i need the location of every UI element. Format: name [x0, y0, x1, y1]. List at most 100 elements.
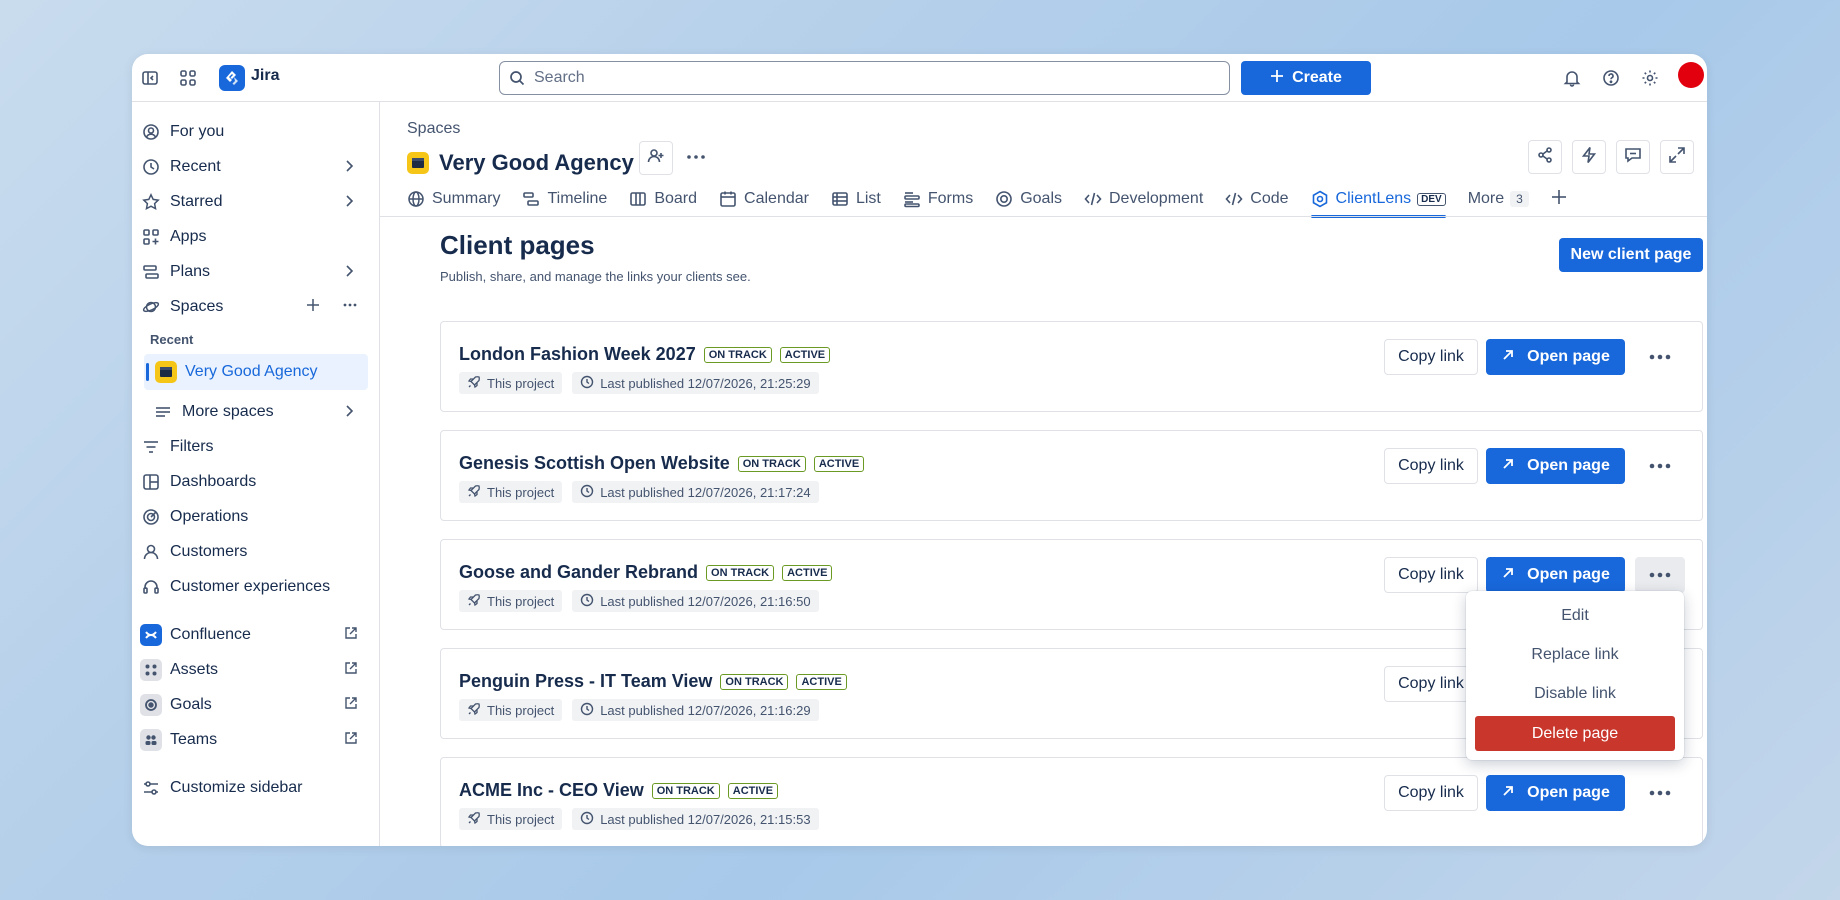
add-tab-button[interactable] — [1551, 182, 1567, 216]
more-actions-button[interactable] — [1635, 775, 1685, 811]
app-name[interactable]: Jira — [251, 67, 279, 85]
open-page-button[interactable]: Open page — [1486, 775, 1625, 811]
chevron-right-icon[interactable] — [342, 194, 356, 213]
tab-forms[interactable]: Forms — [903, 182, 973, 216]
sidebar-item-dashboards[interactable]: Dashboards — [138, 466, 368, 498]
status-lozenge: ON TRACK — [720, 673, 789, 690]
card-name[interactable]: ACME Inc - CEO View — [459, 780, 644, 801]
copy-link-button[interactable]: Copy link — [1384, 339, 1478, 375]
sidebar-item-customers[interactable]: Customers — [138, 536, 368, 568]
tab-calendar[interactable]: Calendar — [719, 182, 809, 216]
sidebar-item-starred[interactable]: Starred — [138, 186, 368, 218]
client-page-card: London Fashion Week 2027 ON TRACK ACTIVE… — [440, 321, 1703, 412]
sidebar-item-label: Confluence — [170, 626, 251, 643]
copy-link-button[interactable]: Copy link — [1384, 775, 1478, 811]
tab-label: Forms — [927, 190, 974, 207]
card-name[interactable]: Genesis Scottish Open Website — [459, 453, 730, 474]
user-avatar[interactable] — [1678, 62, 1704, 88]
plans-icon — [140, 261, 162, 283]
add-people-button[interactable] — [639, 141, 673, 175]
open-page-label: Open page — [1527, 348, 1610, 365]
sidebar-item-operations[interactable]: Operations — [138, 501, 368, 533]
notifications-bell-icon[interactable] — [1560, 66, 1584, 90]
chevron-right-icon[interactable] — [342, 159, 356, 178]
share-button[interactable] — [1528, 140, 1562, 174]
chevron-right-icon[interactable] — [342, 264, 356, 283]
new-client-page-button[interactable]: New client page — [1559, 238, 1703, 272]
tab-goals[interactable]: Goals — [995, 182, 1062, 216]
automation-button[interactable] — [1572, 140, 1606, 174]
jira-logo-icon[interactable] — [219, 65, 245, 91]
sidebar-toggle-icon[interactable] — [138, 66, 162, 90]
add-person-icon — [647, 147, 665, 170]
tab-clientlens[interactable]: ClientLens DEV — [1310, 182, 1446, 218]
breadcrumb[interactable]: Spaces — [407, 120, 460, 138]
open-page-button[interactable]: Open page — [1486, 339, 1625, 375]
sidebar-customize[interactable]: Customize sidebar — [138, 772, 368, 804]
tab-timeline[interactable]: Timeline — [522, 182, 607, 216]
more-actions-button[interactable] — [1635, 557, 1685, 593]
copy-link-button[interactable]: Copy link — [1384, 557, 1478, 593]
more-count-badge: 3 — [1510, 191, 1529, 207]
card-name[interactable]: Goose and Gander Rebrand — [459, 562, 698, 583]
sidebar-item-confluence[interactable]: Confluence — [138, 619, 368, 651]
sidebar-item-assets[interactable]: Assets — [138, 654, 368, 686]
sidebar-item-label: Teams — [170, 731, 218, 748]
published-chip: Last published 12/07/2026, 21:17:24 — [572, 481, 819, 503]
rocket-icon — [467, 811, 481, 828]
sidebar-item-apps[interactable]: Apps — [138, 221, 368, 253]
card-name[interactable]: Penguin Press - IT Team View — [459, 671, 712, 692]
external-link-icon[interactable] — [344, 661, 358, 680]
sidebar-item-filters[interactable]: Filters — [138, 431, 368, 463]
menu-item-disable-link[interactable]: Disable link — [1475, 676, 1675, 711]
menu-item-replace-link[interactable]: Replace link — [1475, 637, 1675, 672]
tab-more[interactable]: More 3 — [1468, 182, 1529, 216]
more-actions-button[interactable] — [1635, 448, 1685, 484]
sidebar-item-spaces[interactable]: Spaces — [138, 291, 368, 323]
scope-chip: This project — [459, 699, 563, 721]
scope-label: This project — [487, 484, 555, 500]
search-input[interactable]: Search — [499, 61, 1230, 95]
space-more-actions-icon[interactable] — [685, 150, 707, 169]
sidebar-item-goals[interactable]: Goals — [138, 689, 368, 721]
state-lozenge: ACTIVE — [782, 564, 833, 581]
app-switcher-icon[interactable] — [176, 66, 200, 90]
help-icon[interactable] — [1599, 66, 1623, 90]
sidebar-item-more-spaces[interactable]: More spaces — [150, 396, 368, 428]
copy-link-button[interactable]: Copy link — [1384, 666, 1478, 702]
spaces-more-icon[interactable] — [342, 298, 358, 317]
sidebar-item-very-good-agency[interactable]: Very Good Agency — [144, 354, 368, 390]
rocket-icon — [467, 702, 481, 719]
tab-board[interactable]: Board — [629, 182, 697, 216]
sidebar-item-teams[interactable]: Teams — [138, 724, 368, 756]
tab-list[interactable]: List — [831, 182, 881, 216]
published-label: Last published 12/07/2026, 21:17:24 — [600, 484, 811, 500]
open-page-button[interactable]: Open page — [1486, 557, 1625, 593]
sidebar-item-customer-experiences[interactable]: Customer experiences — [138, 571, 368, 603]
feedback-button[interactable] — [1616, 140, 1650, 174]
settings-gear-icon[interactable] — [1638, 66, 1662, 90]
ellipsis-icon — [1649, 566, 1671, 584]
card-name[interactable]: London Fashion Week 2027 — [459, 344, 696, 365]
card-meta: This project Last published 12/07/2026, … — [459, 590, 819, 612]
more-actions-button[interactable] — [1635, 339, 1685, 375]
tab-code[interactable]: Code — [1225, 182, 1289, 216]
tab-development[interactable]: Development — [1084, 182, 1203, 216]
state-lozenge: ACTIVE — [796, 673, 847, 690]
external-link-icon[interactable] — [344, 626, 358, 645]
external-link-icon[interactable] — [344, 731, 358, 750]
open-page-button[interactable]: Open page — [1486, 448, 1625, 484]
chevron-right-icon[interactable] — [342, 404, 356, 423]
menu-item-delete-page[interactable]: Delete page — [1475, 716, 1675, 751]
tab-summary[interactable]: Summary — [407, 182, 500, 216]
copy-link-button[interactable]: Copy link — [1384, 448, 1478, 484]
add-space-plus-icon[interactable] — [306, 298, 320, 317]
sidebar-item-recent[interactable]: Recent — [138, 151, 368, 183]
menu-item-edit[interactable]: Edit — [1475, 598, 1675, 633]
external-link-icon[interactable] — [344, 696, 358, 715]
create-button[interactable]: Create — [1241, 61, 1371, 95]
fullscreen-button[interactable] — [1660, 140, 1694, 174]
sidebar-item-plans[interactable]: Plans — [138, 256, 368, 288]
sidebar-item-for-you[interactable]: For you — [138, 116, 368, 148]
sidebar-item-label: Starred — [170, 193, 223, 210]
